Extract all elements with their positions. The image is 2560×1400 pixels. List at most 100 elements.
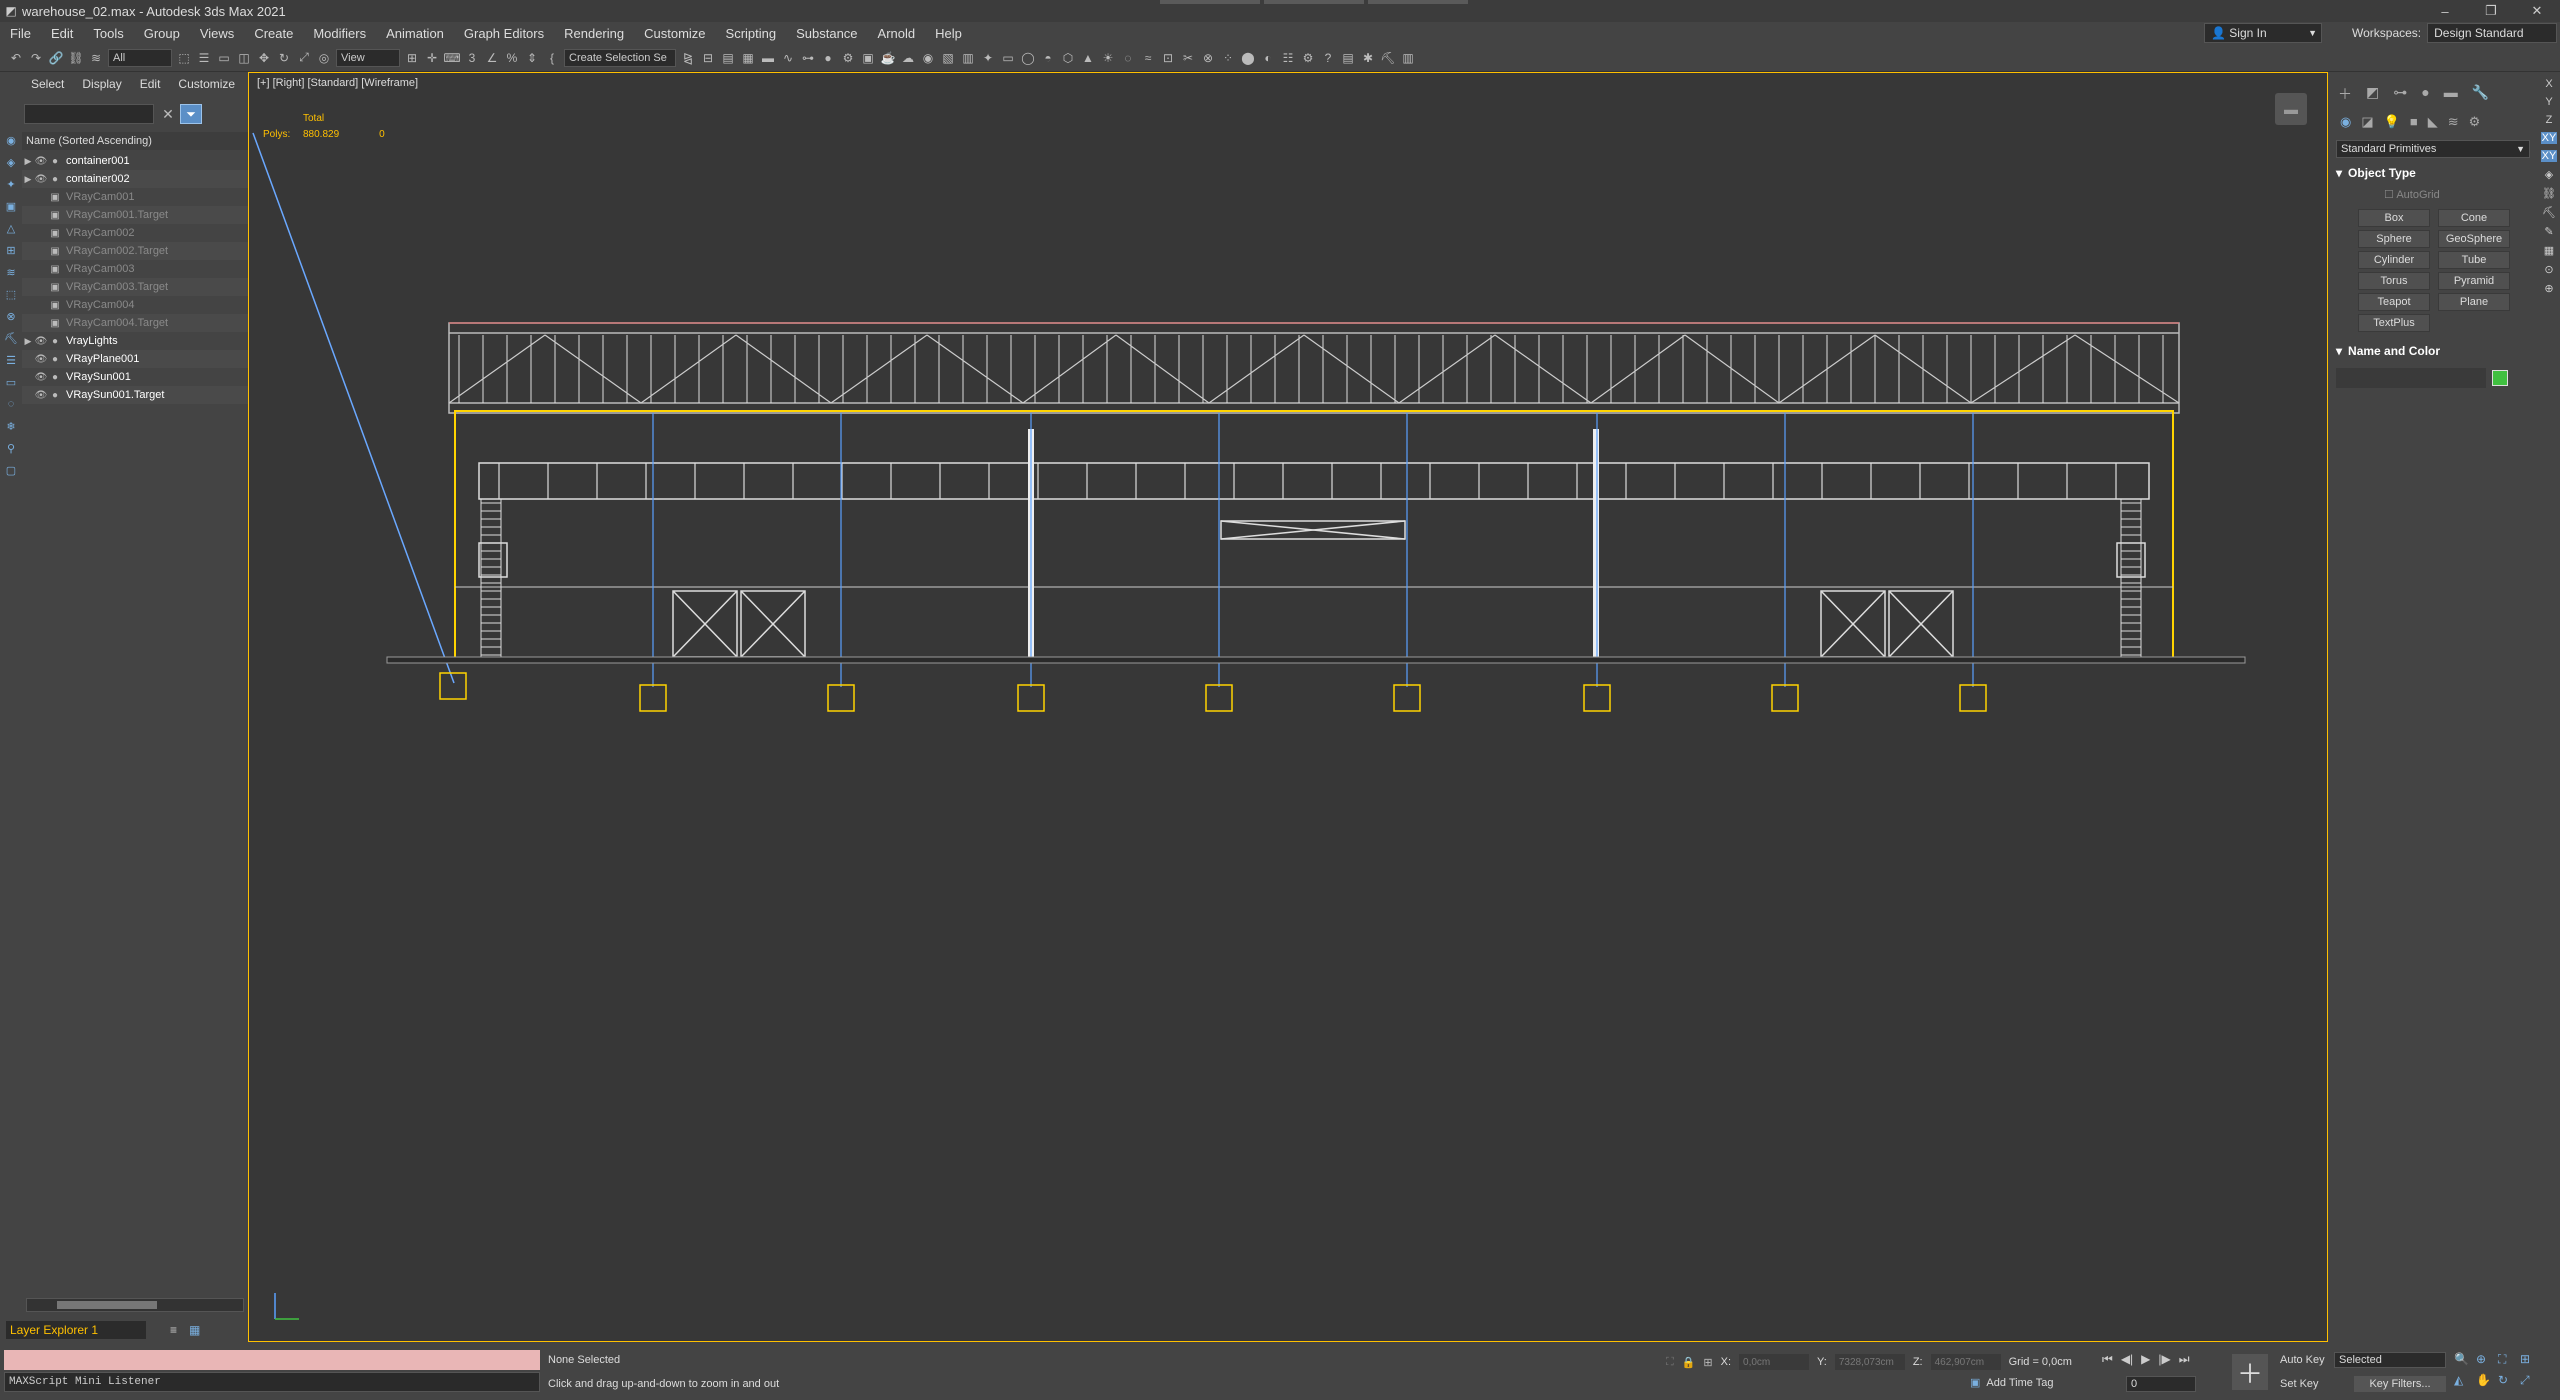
- vray-sun-icon[interactable]: ☀: [1100, 50, 1116, 66]
- utilities-tab-icon[interactable]: 🔧: [2472, 84, 2489, 104]
- named-selection-sets-select[interactable]: Create Selection Se: [564, 48, 676, 67]
- vray-help-icon[interactable]: ?: [1320, 50, 1336, 66]
- container-tool-icon[interactable]: ▭: [3, 374, 19, 390]
- key-filters-button[interactable]: Key Filters...: [2354, 1376, 2446, 1392]
- geosphere-button[interactable]: GeoSphere: [2438, 230, 2510, 248]
- menu-modifiers[interactable]: Modifiers: [303, 26, 376, 41]
- align-icon[interactable]: ⊟: [700, 50, 716, 66]
- unlink-icon[interactable]: ⛓: [68, 50, 84, 66]
- freeze-tool-icon[interactable]: ❄: [3, 418, 19, 434]
- layers-icon[interactable]: ≡: [170, 1323, 177, 1337]
- link-icon[interactable]: 🔗: [48, 50, 64, 66]
- layer-tool-icon[interactable]: ☰: [3, 352, 19, 368]
- list-item[interactable]: 👁 ● VRaySun001.Target: [22, 386, 248, 404]
- vray-frame-buffer-icon[interactable]: ▥: [960, 50, 976, 66]
- maximize-button[interactable]: ❐: [2468, 0, 2514, 22]
- zoom-extents-icon[interactable]: ⛶: [2498, 1352, 2520, 1367]
- hide-tool-icon[interactable]: ◌: [3, 396, 19, 412]
- tool-b-icon[interactable]: ▦: [2544, 244, 2554, 257]
- visibility-eye-icon[interactable]: 👁: [34, 354, 48, 365]
- bone-icon[interactable]: ⛏: [2542, 206, 2556, 219]
- vray-dome-icon[interactable]: ◓: [1040, 50, 1056, 66]
- tab-edit[interactable]: Edit: [131, 77, 170, 91]
- primitive-category-select[interactable]: Standard Primitives ▼: [2336, 140, 2530, 158]
- snap-icon[interactable]: ◈: [2545, 168, 2553, 181]
- extra-tool-3-icon[interactable]: ⛏: [1380, 50, 1396, 66]
- display-tool-icon[interactable]: ◈: [3, 154, 19, 170]
- rect-selection-icon[interactable]: ▭: [216, 50, 232, 66]
- scene-explorer-toggle-icon[interactable]: ▦: [189, 1323, 200, 1337]
- move-icon[interactable]: ✥: [256, 50, 272, 66]
- object-name-input[interactable]: [2336, 368, 2486, 388]
- modify-tab-icon[interactable]: ◩: [2366, 84, 2379, 104]
- visibility-eye-icon[interactable]: 👁: [34, 174, 48, 185]
- ik-icon[interactable]: ⛓: [2542, 187, 2556, 200]
- set-key-button[interactable]: Set Key: [2280, 1378, 2319, 1390]
- curve-editor-icon[interactable]: ∿: [780, 50, 796, 66]
- geometry-icon[interactable]: ◉: [2340, 114, 2351, 130]
- maxscript-listener-input[interactable]: MAXScript Mini Listener: [4, 1372, 540, 1392]
- vray-decal-icon[interactable]: ⊗: [1200, 50, 1216, 66]
- menu-animation[interactable]: Animation: [376, 26, 454, 41]
- vray-proxy-icon[interactable]: ⊡: [1160, 50, 1176, 66]
- tab-customize[interactable]: Customize: [169, 77, 244, 91]
- plane-button[interactable]: Plane: [2438, 293, 2510, 311]
- maxscript-output[interactable]: [4, 1350, 540, 1370]
- selection-filter-select[interactable]: All: [108, 48, 172, 67]
- go-to-start-icon[interactable]: ⏮: [2102, 1352, 2113, 1367]
- folder-tool-icon[interactable]: ▢: [3, 462, 19, 478]
- menu-rendering[interactable]: Rendering: [554, 26, 634, 41]
- viewport-right[interactable]: [+] [Right] [Standard] [Wireframe] Total…: [248, 72, 2328, 1342]
- previous-frame-icon[interactable]: ◀|: [2121, 1352, 2133, 1367]
- bone-tool-icon[interactable]: ⛏: [3, 330, 19, 346]
- play-icon[interactable]: ▶: [2141, 1352, 2150, 1367]
- list-item[interactable]: ▶ 👁 ● container001: [22, 152, 248, 170]
- textplus-button[interactable]: TextPlus: [2358, 314, 2430, 332]
- y-coordinate-field[interactable]: 7328,073cm: [1834, 1354, 1905, 1370]
- minimize-button[interactable]: –: [2422, 0, 2468, 22]
- layer-explorer-select[interactable]: Layer Explorer 1: [6, 1321, 146, 1339]
- placement-icon[interactable]: ◎: [316, 50, 332, 66]
- pan-icon[interactable]: ✋: [2476, 1373, 2498, 1388]
- xref-tool-icon[interactable]: ⊗: [3, 308, 19, 324]
- material-editor-icon[interactable]: ●: [820, 50, 836, 66]
- next-frame-icon[interactable]: |▶: [2158, 1352, 2170, 1367]
- lights-icon[interactable]: 💡: [2384, 114, 2400, 130]
- list-item[interactable]: ▣ VRayCam004.Target: [22, 314, 248, 332]
- extra-tool-2-icon[interactable]: ✱: [1360, 50, 1376, 66]
- vray-light-icon[interactable]: ✦: [980, 50, 996, 66]
- vray-settings-icon[interactable]: ⚙: [1300, 50, 1316, 66]
- list-item[interactable]: ▣ VRayCam001: [22, 188, 248, 206]
- toggle-ribbon-icon[interactable]: ▬: [760, 50, 776, 66]
- zoom-all-icon[interactable]: ⊕: [2476, 1352, 2498, 1367]
- tool-a-icon[interactable]: ✎: [2544, 225, 2553, 238]
- undo-icon[interactable]: ↶: [8, 50, 24, 66]
- horizontal-scrollbar[interactable]: [26, 1298, 244, 1312]
- window-crossing-icon[interactable]: ◫: [236, 50, 252, 66]
- menu-file[interactable]: File: [0, 26, 41, 41]
- render-production-icon[interactable]: ☕: [880, 50, 896, 66]
- menu-create[interactable]: Create: [244, 26, 303, 41]
- expand-icon[interactable]: ▶: [22, 336, 34, 347]
- current-frame-field[interactable]: 0: [2126, 1376, 2196, 1392]
- box-button[interactable]: Box: [2358, 209, 2430, 227]
- fov-icon[interactable]: ◭: [2454, 1373, 2476, 1388]
- hierarchy-tab-icon[interactable]: ⊶: [2393, 84, 2407, 104]
- helpers-icon[interactable]: ◣: [2428, 114, 2438, 130]
- list-item[interactable]: ▣ VRayCam002: [22, 224, 248, 242]
- lock-icon[interactable]: 🔒: [1682, 1356, 1696, 1369]
- schematic-view-icon[interactable]: ⊶: [800, 50, 816, 66]
- teapot-button[interactable]: Teapot: [2358, 293, 2430, 311]
- expand-icon[interactable]: ▶: [22, 156, 34, 167]
- visibility-eye-icon[interactable]: 👁: [34, 372, 48, 383]
- column-header[interactable]: Name (Sorted Ascending): [22, 132, 248, 150]
- axis-x-button[interactable]: X: [2545, 78, 2552, 90]
- go-to-end-icon[interactable]: ⏭: [2179, 1352, 2190, 1367]
- menu-group[interactable]: Group: [134, 26, 190, 41]
- select-manipulate-icon[interactable]: ✛: [424, 50, 440, 66]
- autogrid-checkbox[interactable]: ☐ AutoGrid: [2384, 188, 2538, 201]
- keyboard-shortcut-icon[interactable]: ⌨: [443, 50, 460, 66]
- menu-help[interactable]: Help: [925, 26, 972, 41]
- maximize-viewport-icon[interactable]: ⤢: [2520, 1373, 2542, 1388]
- torus-button[interactable]: Torus: [2358, 272, 2430, 290]
